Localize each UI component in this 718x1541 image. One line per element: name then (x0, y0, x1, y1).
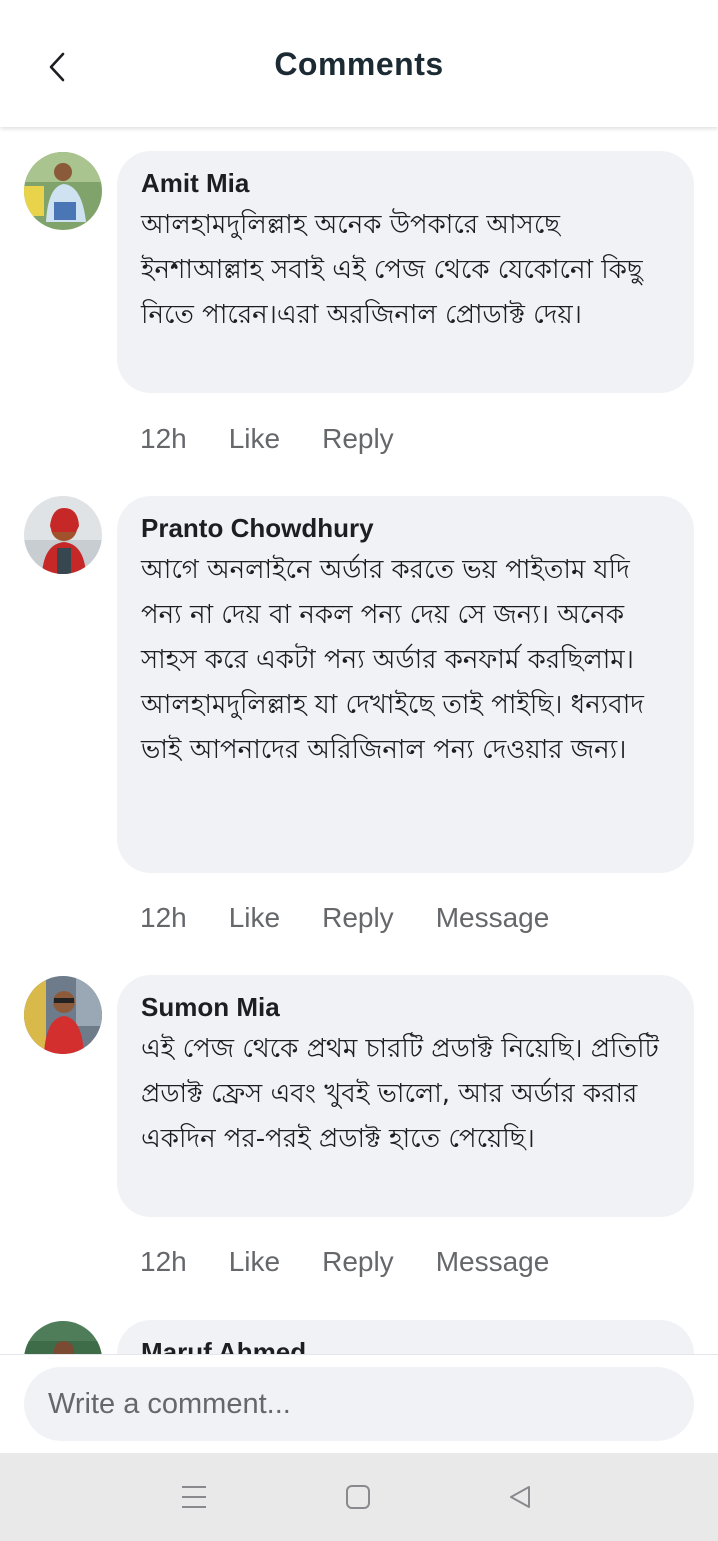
comment-bubble[interactable]: Pranto Chowdhury আগে অনলাইনে অর্ডার করতে… (117, 496, 694, 873)
reply-button[interactable]: Reply (322, 902, 394, 934)
home-button[interactable] (334, 1473, 382, 1521)
reply-button[interactable]: Reply (322, 423, 394, 455)
comment-author[interactable]: Sumon Mia (141, 991, 670, 1023)
comment-author[interactable]: Pranto Chowdhury (141, 512, 670, 544)
comment-time: 12h (140, 902, 187, 933)
avatar[interactable] (24, 1321, 102, 1354)
avatar[interactable] (24, 496, 102, 574)
message-button[interactable]: Message (436, 1246, 550, 1278)
menu-button[interactable] (170, 1473, 218, 1521)
comment-time: 12h (140, 1246, 187, 1277)
comment-bubble[interactable]: Sumon Mia এই পেজ থেকে প্রথম চারটি প্রডাক… (117, 975, 694, 1217)
like-button[interactable]: Like (229, 902, 280, 934)
comment-input[interactable]: Write a comment... (24, 1367, 694, 1441)
menu-icon (182, 1486, 206, 1508)
back-nav-button[interactable] (496, 1473, 544, 1521)
comment-author[interactable]: Maruf Ahmed (141, 1336, 670, 1354)
home-square-icon (346, 1485, 370, 1509)
comment-text: আলহামদুলিল্লাহ অনেক উপকারে আসছে ইনশাআল্ল… (141, 210, 643, 330)
comment-text: এই পেজ থেকে প্রথম চারটি প্রডাক্ট নিয়েছি… (141, 1034, 659, 1154)
comment-composer: Write a comment... (0, 1354, 718, 1454)
avatar-photo (24, 976, 102, 1054)
avatar[interactable] (24, 976, 102, 1054)
avatar-photo (24, 152, 102, 230)
like-button[interactable]: Like (229, 1246, 280, 1278)
avatar-photo (24, 496, 102, 574)
comment-bubble[interactable]: Amit Mia আলহামদুলিল্লাহ অনেক উপকারে আসছে… (117, 151, 694, 393)
system-nav-bar (0, 1453, 718, 1541)
comment-list[interactable]: Amit Mia আলহামদুলিল্লাহ অনেক উপকারে আসছে… (0, 127, 718, 1354)
comment-bubble[interactable]: Maruf Ahmed (117, 1320, 694, 1354)
header: Comments (0, 0, 718, 127)
like-button[interactable]: Like (229, 423, 280, 455)
reply-button[interactable]: Reply (322, 1246, 394, 1278)
comment-time: 12h (140, 423, 187, 454)
comments-screen: Comments Amit Mia আলহামদুলিল্লাহ অনেক উপ… (0, 0, 718, 1541)
message-button[interactable]: Message (436, 902, 550, 934)
back-triangle-icon (510, 1486, 530, 1508)
comment-text: আগে অনলাইনে অর্ডার করতে ভয় পাইতাম যদি প… (141, 555, 644, 765)
avatar[interactable] (24, 152, 102, 230)
comment-actions: 12h Like Reply (140, 423, 436, 455)
comment-author[interactable]: Amit Mia (141, 167, 670, 199)
comment-actions: 12h Like Reply Message (140, 1246, 591, 1278)
comment-actions: 12h Like Reply Message (140, 902, 591, 934)
page-title: Comments (274, 46, 444, 82)
avatar-photo (24, 1321, 102, 1354)
comment-input-placeholder: Write a comment... (48, 1387, 291, 1420)
